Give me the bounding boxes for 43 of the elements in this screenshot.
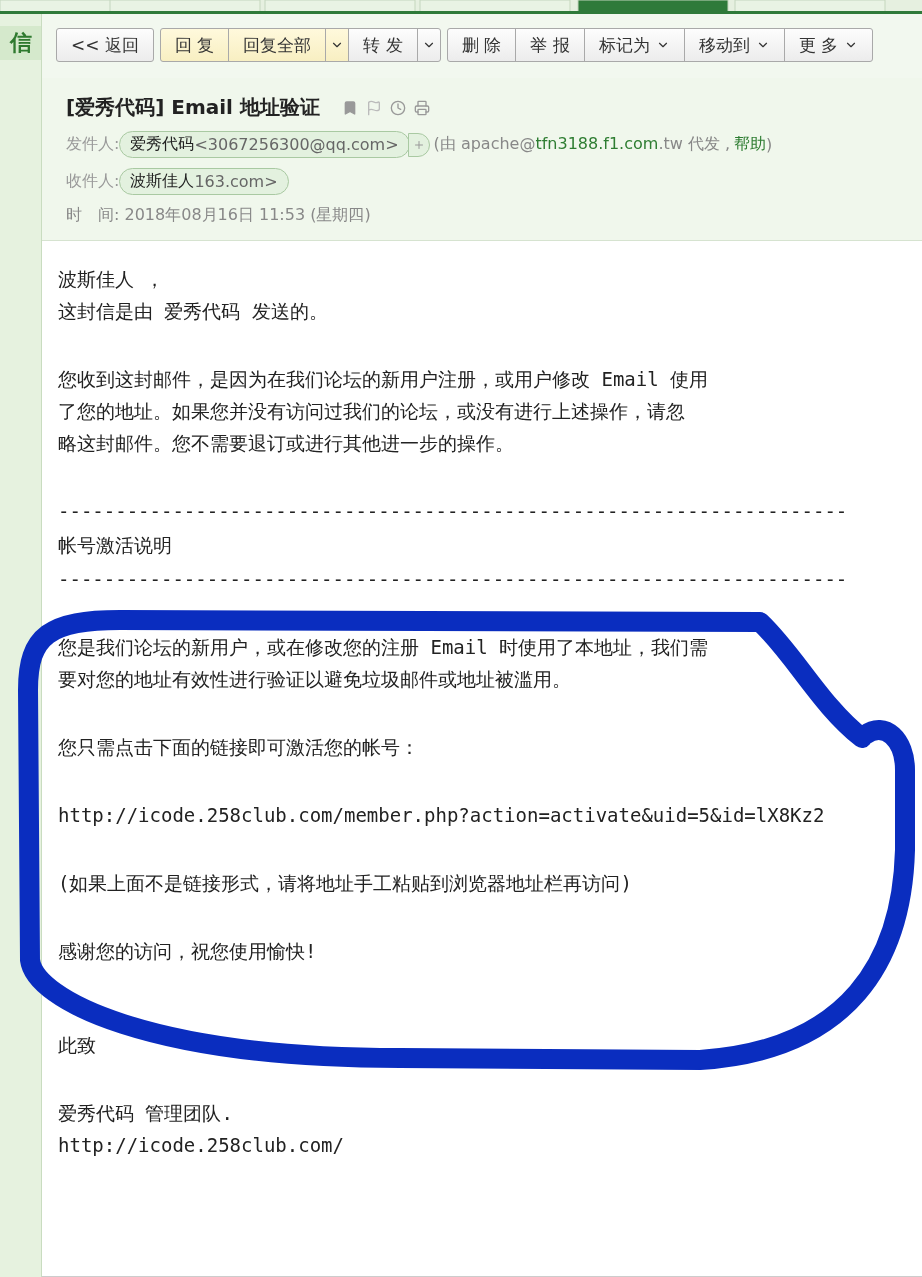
sent-time: 时 间: 2018年08月16日 11:53 (星期四) xyxy=(66,205,372,226)
clock-icon[interactable] xyxy=(389,99,406,116)
body-text: 这封信是由 爱秀代码 发送的。 xyxy=(58,299,329,324)
field-label: 发件人: xyxy=(66,134,120,155)
body-text: 您是我们论坛的新用户，或在修改您的注册 Email 时使用了本地址，我们需 xyxy=(58,635,710,660)
body-text: 感谢您的访问，祝您使用愉快! xyxy=(58,939,318,964)
email-subject: [爱秀代码] Email 地址验证 xyxy=(66,94,320,121)
body-text: http://icode.258club.com/ xyxy=(58,1133,345,1158)
plus-icon xyxy=(412,138,425,151)
activation-link[interactable]: http://icode.258club.com/member.php?action=activate&uid=5&id=lX8Kz2 xyxy=(58,799,922,831)
sidebar-label[interactable]: 信 xyxy=(0,26,41,60)
field-label: 收件人: xyxy=(66,171,120,192)
menu-button[interactable]: 标记为 xyxy=(583,28,685,62)
menu-button[interactable]: 移动到 xyxy=(683,28,785,62)
body-text: 您收到这封邮件，是因为在我们论坛的新用户注册，或用户修改 Email 使用 xyxy=(58,367,710,392)
body-text: 了您的地址。如果您并没有访问过我们的论坛，或没有进行上述操作，请忽 xyxy=(58,399,686,424)
toolbar-button[interactable]: << 返回 xyxy=(56,28,154,62)
body-text: (如果上面不是链接形式，请将地址手工粘贴到浏览器地址栏再访问) xyxy=(58,871,633,896)
separator-text: --------------------------------------------------------------------- xyxy=(58,499,849,524)
section-heading: 帐号激活说明 xyxy=(58,533,173,558)
body-text: 略这封邮件。您不需要退订或进行其他进一步的操作。 xyxy=(58,431,515,456)
relay-text: (由 apache@tfn3188.f1.com.tw 代发 , xyxy=(433,134,731,155)
sender-chip[interactable]: 爱秀代码<3067256300@qq.com> xyxy=(119,131,410,158)
toolbar-button[interactable]: 回复全部 xyxy=(228,28,327,62)
dropdown-button[interactable] xyxy=(416,28,441,62)
body-text: 要对您的地址有效性进行验证以避免垃圾邮件或地址被滥用。 xyxy=(58,667,572,692)
body-text: 波斯佳人 ， xyxy=(58,267,166,292)
body-text: 您只需点击下面的链接即可激活您的帐号： xyxy=(58,735,420,760)
toolbar-button[interactable]: 转 发 xyxy=(348,28,418,62)
toolbar-button[interactable]: 删 除 xyxy=(446,28,517,62)
relay-text: ) xyxy=(766,135,773,154)
toolbar-button[interactable]: 回 复 xyxy=(159,28,230,62)
separator-text: --------------------------------------------------------------------- xyxy=(58,567,849,592)
help-link[interactable]: 帮助 xyxy=(734,134,767,155)
toolbar-button[interactable]: 举 报 xyxy=(515,28,585,62)
add-contact-button[interactable] xyxy=(407,132,430,157)
body-text: 此致 xyxy=(58,1033,97,1058)
flag-icon[interactable] xyxy=(365,99,382,116)
recipient-chip[interactable]: 波斯佳人163.com> xyxy=(119,168,289,195)
print-icon[interactable] xyxy=(413,99,430,116)
menu-button[interactable]: 更 多 xyxy=(783,28,873,62)
body-text: 爱秀代码 管理团队. xyxy=(58,1101,234,1126)
dropdown-button[interactable] xyxy=(325,28,350,62)
